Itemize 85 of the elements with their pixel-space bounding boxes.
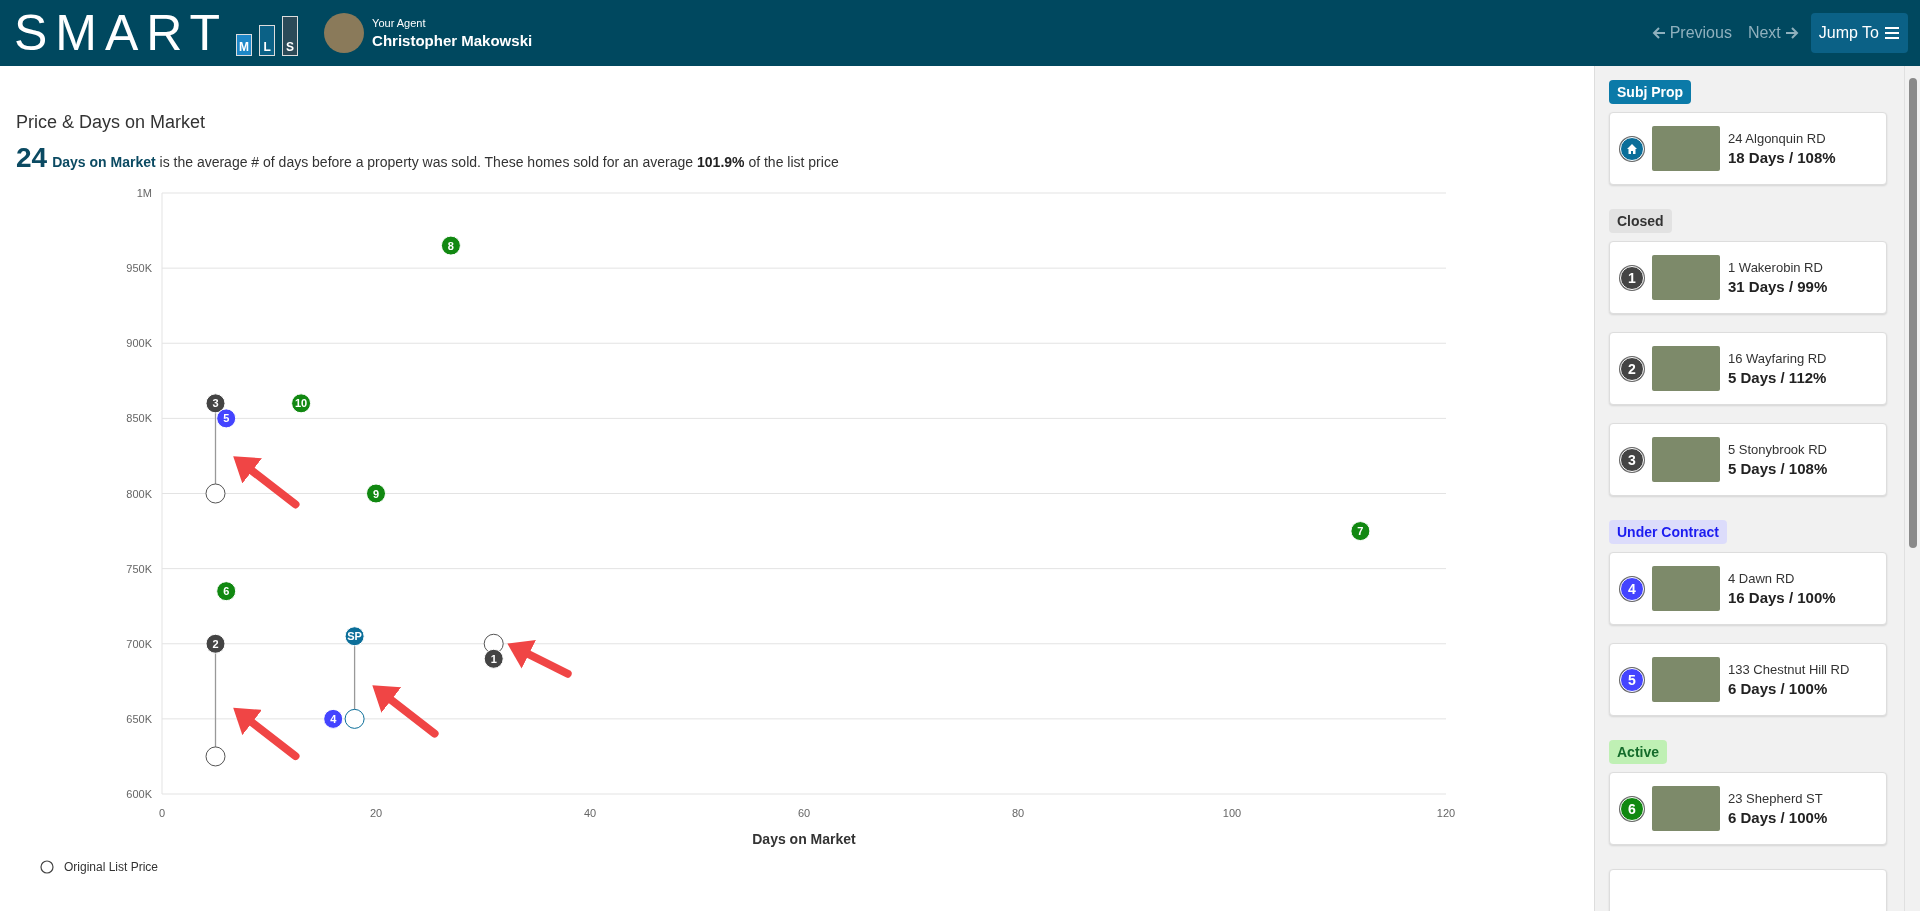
x-axis-tick-label: 100: [1222, 807, 1242, 819]
number-marker: 1: [1620, 265, 1644, 290]
x-axis-tick-label: 20: [369, 807, 383, 819]
days-and-percent: 6 Days / 100%: [1728, 680, 1829, 697]
number-marker: 6: [1620, 796, 1644, 821]
status-tag: Active: [1609, 740, 1668, 764]
section-title: Price & Days on Market: [16, 112, 207, 133]
property-address: 23 Shepherd ST: [1728, 791, 1824, 806]
photo-placeholder: [1652, 566, 1720, 611]
data-point: 3: [205, 393, 226, 414]
property-address: 16 Wayfaring RD: [1728, 351, 1827, 366]
photo-placeholder: [1652, 786, 1720, 831]
y-axis-tick-label: 900K: [126, 337, 152, 350]
x-axis-tick-label: 60: [797, 807, 811, 819]
legend-label: Original List Price: [64, 860, 159, 874]
x-axis-tick-label: 80: [1011, 807, 1025, 819]
average-days-number: 24: [16, 142, 48, 174]
data-point: 10: [291, 393, 312, 414]
number-marker: 5: [1620, 667, 1644, 692]
property-card[interactable]: 2 16 Wayfaring RD 5 Days / 112%: [1609, 332, 1887, 405]
data-point: 4: [323, 708, 344, 729]
agent-name: Christopher Makowski: [372, 32, 533, 49]
days-and-percent: 5 Days / 112%: [1728, 369, 1827, 386]
property-card[interactable]: 6 23 Shepherd ST 6 Days / 100%: [1609, 772, 1887, 845]
number-marker: 3: [1620, 447, 1644, 472]
status-tag: Under Contract: [1609, 520, 1727, 544]
agent-avatar: [324, 13, 365, 53]
agent-caption: Your Agent: [372, 17, 427, 29]
property-address: 1 Wakerobin RD: [1728, 260, 1824, 275]
status-tag: Closed: [1609, 209, 1672, 233]
property-card[interactable]: 24 Algonquin RD 18 Days / 108%: [1609, 112, 1887, 185]
property-card[interactable]: 5 133 Chestnut Hill RD 6 Days / 100%: [1609, 643, 1887, 716]
data-point: 7: [1350, 521, 1371, 542]
photo-placeholder: [1652, 346, 1720, 391]
y-axis-tick-label: 700K: [126, 637, 152, 650]
data-point: 2: [205, 633, 226, 654]
menu-icon: [1884, 26, 1900, 40]
previous-button[interactable]: Previous: [1643, 24, 1740, 42]
logo-letter-box: S: [282, 16, 299, 56]
days-and-percent: 18 Days / 108%: [1728, 149, 1836, 166]
photo-placeholder: [1652, 126, 1720, 171]
data-point: 8: [440, 235, 461, 256]
data-point: 9: [366, 483, 386, 504]
property-address: 24 Algonquin RD: [1728, 131, 1827, 146]
y-axis-tick-label: 750K: [126, 562, 152, 575]
y-axis-tick-label: 950K: [126, 262, 152, 275]
number-marker: 2: [1620, 356, 1644, 381]
data-point: 6: [216, 581, 237, 602]
summary-text: Days on Market is the average # of days before a property was sold. These homes sold for an average 101.9% of the list price: [52, 154, 839, 170]
x-axis-tick-label: 120: [1436, 807, 1456, 819]
y-axis-tick-label: 800K: [126, 487, 152, 500]
days-and-percent: 6 Days / 100%: [1728, 809, 1828, 826]
photo-placeholder: [1652, 437, 1720, 482]
data-point: SP: [344, 626, 365, 647]
photo-placeholder: [1652, 255, 1720, 300]
y-axis-tick-label: 600K: [126, 788, 152, 800]
property-card[interactable]: 1 1 Wakerobin RD 31 Days / 99%: [1609, 241, 1887, 314]
status-tag: Subj Prop: [1609, 80, 1692, 104]
photo-placeholder: [1652, 657, 1720, 702]
property-card[interactable]: 3 5 Stonybrook RD 5 Days / 108%: [1609, 423, 1887, 496]
logo-letter-box: M: [236, 34, 253, 56]
jump-to-button[interactable]: Jump To: [1810, 13, 1908, 53]
property-address: 4 Dawn RD: [1728, 571, 1796, 586]
scrollbar-thumb[interactable]: [1908, 78, 1917, 548]
data-point: 1: [483, 648, 504, 669]
days-and-percent: 31 Days / 99%: [1728, 278, 1828, 295]
property-address: 133 Chestnut Hill RD: [1728, 662, 1850, 677]
hollow-circle-icon: [40, 860, 54, 874]
y-axis-tick-label: 650K: [126, 712, 152, 725]
y-axis-tick-label: 850K: [126, 412, 152, 425]
y-axis-tick-label: 1M: [136, 187, 152, 199]
days-and-percent: 16 Days / 100%: [1728, 589, 1836, 606]
next-button[interactable]: Next: [1739, 24, 1807, 42]
x-axis-tick-label: 0: [158, 807, 166, 819]
logo-wordmark: SMART: [14, 8, 229, 58]
property-card[interactable]: 4 4 Dawn RD 16 Days / 100%: [1609, 552, 1887, 625]
x-axis-tick-label: 40: [583, 807, 597, 819]
x-axis-title: Days on Market: [752, 831, 856, 847]
property-address: 5 Stonybrook RD: [1728, 442, 1828, 457]
data-point: 5: [216, 408, 237, 429]
arrow-right-icon: [1784, 26, 1799, 40]
logo-letter-box: L: [259, 25, 276, 56]
number-marker: 4: [1620, 576, 1644, 601]
arrow-left-icon: [1651, 26, 1666, 40]
days-and-percent: 5 Days / 108%: [1728, 460, 1828, 477]
